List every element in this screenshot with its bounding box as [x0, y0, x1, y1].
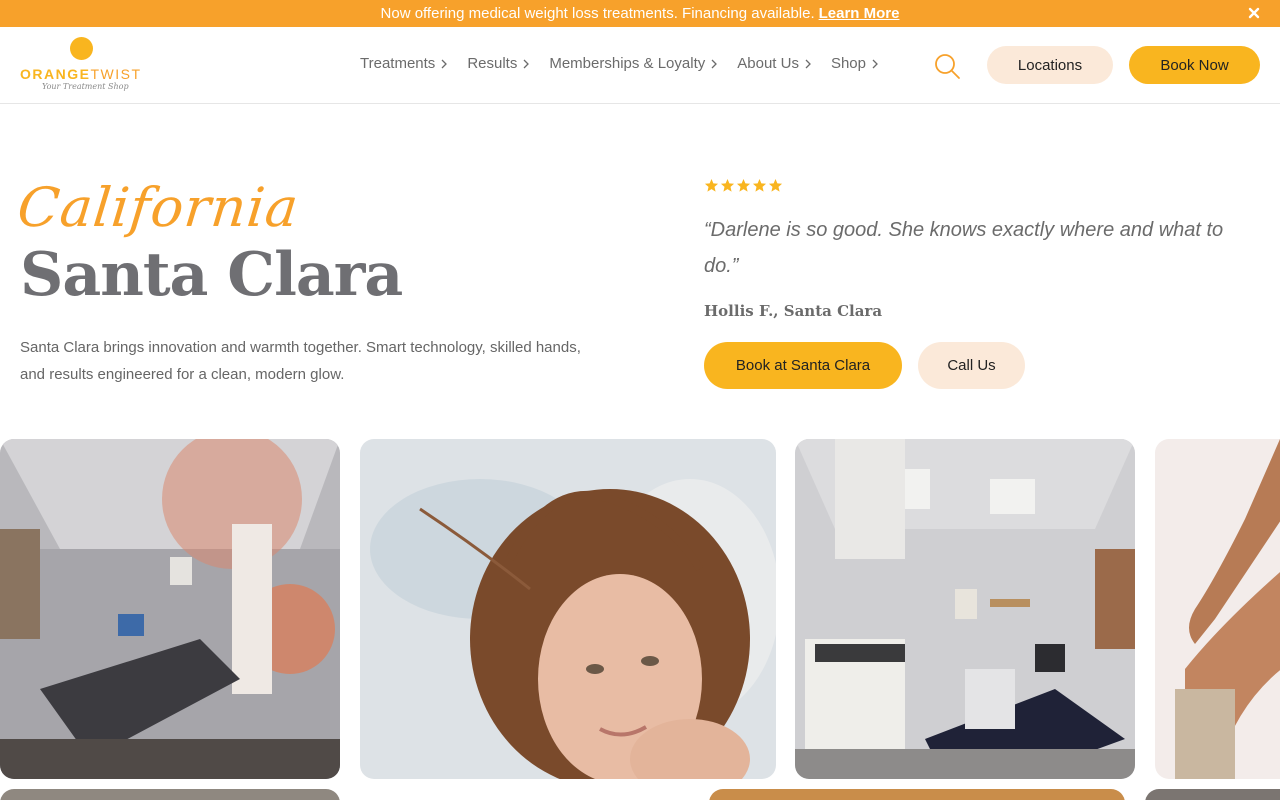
page-title: Santa Clara [20, 240, 403, 310]
star-icon [768, 178, 783, 192]
chevron-right-icon [872, 59, 878, 68]
nav-item-shop[interactable]: Shop [831, 55, 878, 72]
nav-item-about-us[interactable]: About Us [737, 55, 811, 72]
chevron-right-icon [441, 59, 448, 68]
nav-item-label: Treatments [360, 55, 436, 72]
main-nav: Treatments Results Memberships & Loyalty… [360, 55, 898, 72]
announcement-bar: Now offering medical weight loss treatme… [0, 0, 1280, 27]
search-icon[interactable] [933, 52, 961, 80]
gallery-photo-row2 [709, 789, 1125, 800]
brand-name-light: TWIST [90, 66, 142, 82]
state-script-heading: California [14, 176, 302, 239]
brand-tagline: Your Treatment Shop [42, 82, 129, 91]
clinic-room-photo [795, 439, 1135, 779]
chevron-right-icon [805, 59, 811, 68]
chevron-right-icon [711, 59, 718, 68]
nav-item-results[interactable]: Results [467, 55, 530, 72]
arm-photo [1155, 439, 1280, 779]
nav-item-memberships[interactable]: Memberships & Loyalty [549, 55, 718, 72]
gallery-photo-row2 [0, 789, 340, 800]
star-icon [736, 178, 751, 192]
call-us-button[interactable]: Call Us [918, 342, 1025, 389]
location-description: Santa Clara brings innovation and warmth… [20, 339, 581, 383]
locations-button[interactable]: Locations [987, 46, 1113, 84]
close-icon[interactable] [1246, 5, 1262, 21]
star-icon [720, 178, 735, 192]
nav-item-treatments[interactable]: Treatments [360, 55, 448, 72]
treatment-room-photo [0, 439, 340, 779]
learn-more-link[interactable]: Learn More [819, 5, 900, 22]
review-quote: “Darlene is so good. She knows exactly w… [704, 219, 1224, 277]
book-now-button[interactable]: Book Now [1129, 46, 1260, 84]
nav-item-label: Results [467, 55, 518, 72]
nav-item-label: About Us [737, 55, 799, 72]
star-icon [704, 178, 719, 192]
book-at-location-button[interactable]: Book at Santa Clara [704, 342, 902, 389]
announcement-text: Now offering medical weight loss treatme… [380, 5, 815, 22]
site-header: ORANGETWIST Your Treatment Shop Treatmen… [0, 27, 1280, 104]
star-icon [752, 178, 767, 192]
brand-logo[interactable]: ORANGETWIST Your Treatment Shop [20, 36, 144, 94]
sun-logo-icon [70, 37, 93, 60]
brand-wordmark: ORANGETWIST [20, 66, 142, 82]
chevron-right-icon [523, 59, 530, 68]
brand-name-bold: ORANGE [20, 66, 91, 82]
gallery-photo-row2 [1145, 789, 1280, 800]
nav-item-label: Shop [830, 55, 866, 72]
review-author: Hollis F., Santa Clara [704, 302, 883, 320]
rating-stars [704, 178, 784, 193]
woman-portrait-photo [360, 439, 776, 779]
nav-item-label: Memberships & Loyalty [549, 55, 706, 72]
